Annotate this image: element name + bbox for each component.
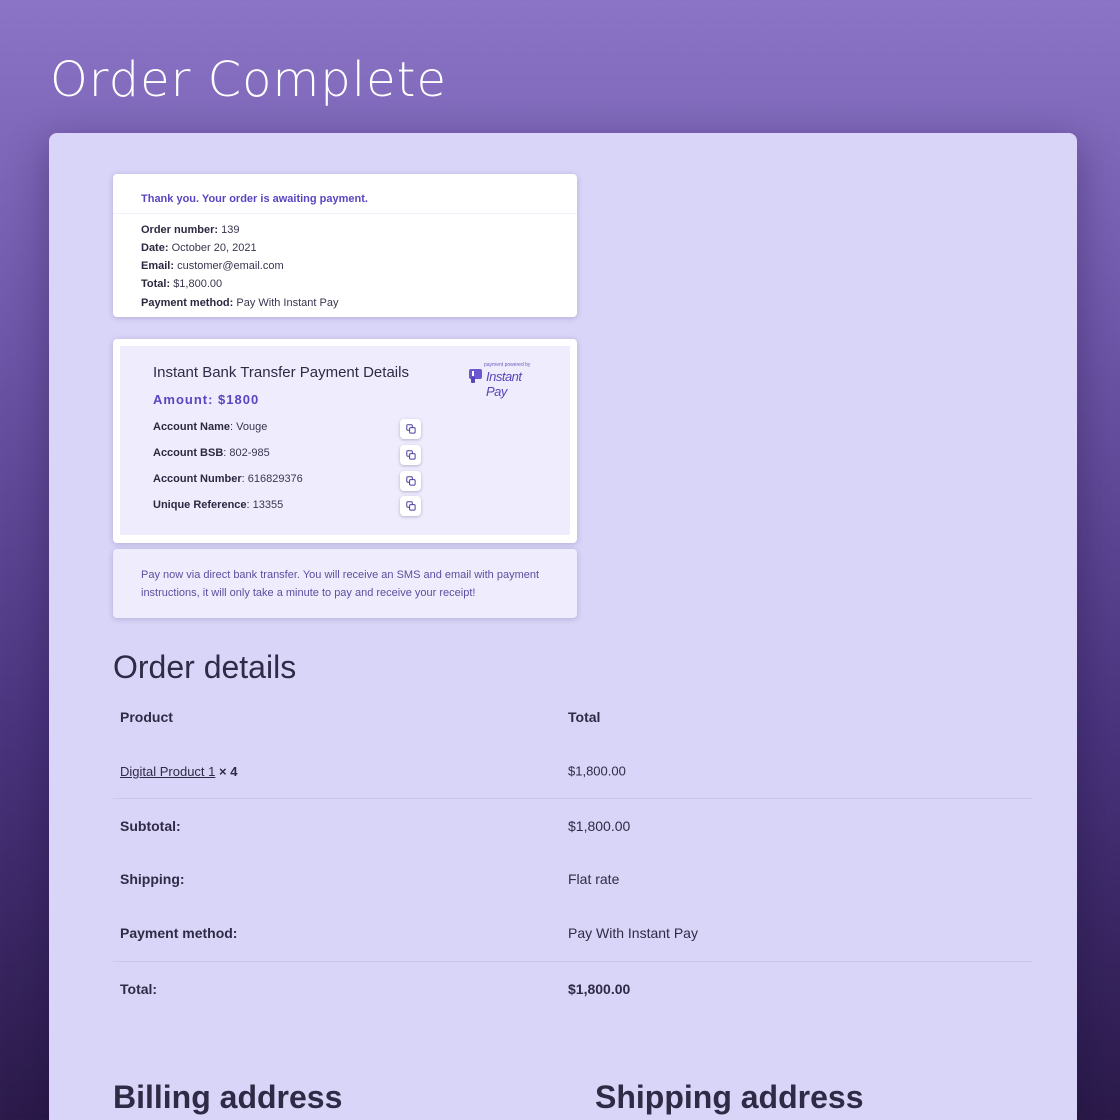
instant-pay-logo: payment powered by Instant Pay [468,362,540,399]
product-link[interactable]: Digital Product 1 [120,764,215,779]
account-bsb-label: Account BSB [153,447,224,459]
order-payment-method-label: Payment method: [141,297,234,309]
account-number-row: Account Number: 616829376 [153,473,303,485]
order-total-label: Total: [141,278,171,290]
order-details-heading: Order details [113,649,297,685]
copy-icon [405,476,416,486]
product-total: $1,800.00 [568,763,626,779]
order-number: Order number: 139 [141,224,239,236]
bank-transfer-title: Instant Bank Transfer Payment Details [153,364,409,381]
order-total: Total: $1,800.00 [141,278,222,290]
account-bsb-value: : 802-985 [223,447,270,459]
copy-icon [405,450,416,460]
copy-unique-reference-button[interactable] [400,496,421,516]
order-email-label: Email: [141,260,175,272]
subtotal-row: Subtotal: $1,800.00 [113,798,1033,852]
order-status-message: Thank you. Your order is awaiting paymen… [141,193,368,205]
order-number-label: Order number: [141,224,219,236]
order-table-header: Product Total [113,690,1033,744]
logo-powered-by: payment powered by [484,362,531,368]
shipping-label: Shipping: [120,871,185,887]
logo-wordmark: Instant Pay [486,369,522,399]
subtotal-label: Subtotal: [120,817,181,834]
order-summary-card: Thank you. Your order is awaiting paymen… [113,174,577,317]
unique-reference-value: : 13355 [246,499,284,511]
grand-total-row: Total: $1,800.00 [113,961,1033,1015]
copy-account-bsb-button[interactable] [400,445,421,465]
table-row: Digital Product 1 × 4 $1,800.00 [113,744,1033,798]
payment-method-label: Payment method: [120,925,238,941]
bank-transfer-card: Instant Bank Transfer Payment Details pa… [113,339,577,543]
order-payment-method: Payment method: Pay With Instant Pay [141,297,338,309]
bank-transfer-inner: Instant Bank Transfer Payment Details pa… [120,346,570,535]
order-date-label: Date: [141,242,169,254]
payment-method-value: Pay With Instant Pay [568,925,698,941]
order-date: Date: October 20, 2021 [141,242,257,254]
grand-total-label: Total: [120,980,158,997]
payment-method-row: Payment method: Pay With Instant Pay [113,906,1033,960]
page-title: Order Complete [50,52,447,108]
billing-address-heading: Billing address [113,1079,343,1115]
total-column-header: Total [568,709,601,725]
payment-note-text: Pay now via direct bank transfer. You wi… [141,569,540,599]
order-email-value: customer@email.com [177,260,284,272]
shipping-row: Shipping: Flat rate [113,852,1033,906]
order-date-value: October 20, 2021 [171,242,257,254]
copy-account-name-button[interactable] [400,419,421,439]
account-name-value: : Vouge [230,421,268,433]
unique-reference-label: Unique Reference [153,499,247,511]
order-email: Email: customer@email.com [141,260,284,272]
summary-divider [113,213,577,214]
instant-pay-logo-icon [469,369,482,383]
copy-icon [405,424,416,434]
account-name-row: Account Name: Vouge [153,421,267,433]
grand-total-value: $1,800.00 [568,980,631,997]
product-cell: Digital Product 1 × 4 [120,763,237,779]
shipping-value: Flat rate [568,871,620,887]
unique-reference-row: Unique Reference: 13355 [153,499,283,511]
account-bsb-row: Account BSB: 802-985 [153,447,270,459]
payment-amount: Amount: $1800 [153,392,260,407]
copy-icon [405,501,416,511]
payment-note-card: Pay now via direct bank transfer. You wi… [113,549,577,618]
copy-account-number-button[interactable] [400,471,421,491]
order-number-value: 139 [221,224,240,236]
product-column-header: Product [120,709,173,725]
subtotal-value: $1,800.00 [568,817,631,834]
order-payment-method-value: Pay With Instant Pay [236,297,339,309]
shipping-address-heading: Shipping address [595,1079,864,1115]
account-name-label: Account Name [153,421,231,433]
order-panel: Thank you. Your order is awaiting paymen… [49,133,1077,1120]
account-number-value: : 616829376 [241,473,303,485]
product-quantity: × 4 [215,764,238,779]
account-number-label: Account Number [153,473,242,485]
order-total-value: $1,800.00 [173,278,223,290]
